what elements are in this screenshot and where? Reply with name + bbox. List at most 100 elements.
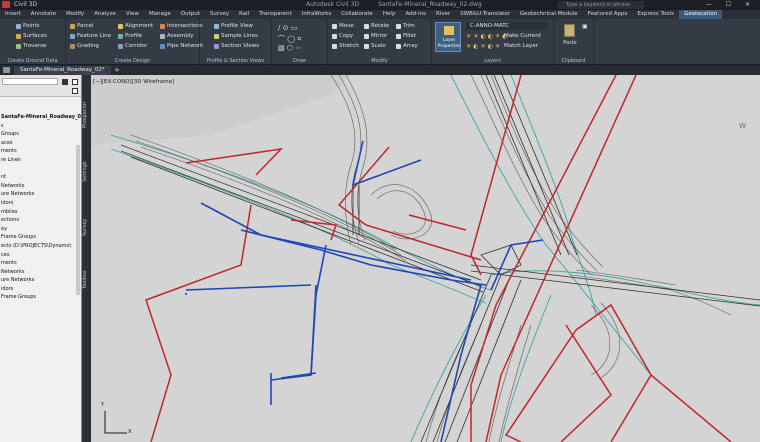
prospector-tree-item[interactable]: Networks [1,182,81,191]
profile-view-button[interactable]: Profile View [214,23,253,29]
tab-geolocation[interactable]: Geolocation [679,10,722,19]
alignment-button[interactable]: Alignment [118,23,153,29]
points-button[interactable]: Points [16,23,40,29]
prospector-tree-item[interactable]: SantaFe-Mineral_Roadway_02 [1,113,81,122]
tab-toolbox[interactable]: Toolbox [82,265,91,295]
prospector-tree-item[interactable]: re Lines [1,156,81,165]
window-controls[interactable]: — ☐ ✕ [706,1,756,8]
app-name: Civil 3D [14,1,38,8]
tab-river[interactable]: River [431,10,455,19]
paste-button[interactable]: Paste [560,22,580,48]
arc-tool-icon[interactable]: ⌒ ◯ ⌗ [278,34,301,44]
prospector-tree-item[interactable]: idors [1,285,81,294]
toolspace-options-icon[interactable] [62,79,68,85]
tab-express-tools[interactable]: Express Tools [632,10,679,19]
prospector-tree-item[interactable]: nt [1,173,81,182]
surfaces-button[interactable]: Surfaces [16,33,47,39]
drawing-viewport[interactable]: [−][EX-COND][3D Wireframe] W Y X [91,75,760,442]
tab-analyze[interactable]: Analyze [89,10,121,19]
line-tool-icon[interactable]: ∕ ⊙ ▭ [278,24,297,32]
search-input[interactable]: Type a keyword or phrase [558,1,644,9]
tab-insert[interactable]: Insert [0,10,26,19]
layer-state-icons[interactable]: ☀ ☀ ◐ ◐ ☀ ◐ [466,33,507,40]
tab-manage[interactable]: Manage [144,10,176,19]
tab-collaborate[interactable]: Collaborate [336,10,378,19]
viewcube-compass-w[interactable]: W [739,122,746,130]
prospector-tree-item[interactable]: Frame Groups [1,233,81,242]
toolspace-grid-icon[interactable] [72,88,78,94]
make-current-button[interactable]: Make Current [504,33,541,39]
toolspace-dropdown[interactable] [2,78,58,85]
feature-line-button[interactable]: Feature Line [70,33,111,39]
copy-button[interactable]: Copy [332,33,353,39]
prospector-tree-item[interactable]: ure Networks [1,190,81,199]
sample-lines-button[interactable]: Sample Lines [214,33,258,39]
grading-button[interactable]: Grading [70,43,99,49]
prospector-tree-item[interactable]: ments [1,147,81,156]
prospector-tree-item[interactable]: ey [1,225,81,234]
app-menu-icon[interactable] [2,1,10,8]
tab-add-ins[interactable]: Add-ins [400,10,431,19]
tab-infraworks[interactable]: InfraWorks [297,10,336,19]
rotate-button[interactable]: Rotate [364,23,389,29]
tab-modify[interactable]: Modify [61,10,89,19]
tab-output[interactable]: Output [176,10,205,19]
move-button[interactable]: Move [332,23,354,29]
prospector-tree-item[interactable]: Networks [1,268,81,277]
viewport-controls-label[interactable]: [−][EX-COND][3D Wireframe] [93,79,174,85]
tab-transparent[interactable]: Transparent [254,10,297,19]
section-views-button[interactable]: Section Views [214,43,259,49]
traverse-button[interactable]: Traverse [16,43,46,49]
prospector-tree-item[interactable]: ure Networks [1,276,81,285]
tab-geotechnical-module[interactable]: Geotechnical Module [515,10,583,19]
prospector-tree-item[interactable]: ces [1,251,81,260]
scale-button[interactable]: Scale [364,43,386,49]
tab-view[interactable]: View [121,10,144,19]
mirror-button[interactable]: Mirror [364,33,387,39]
prospector-tree-item[interactable]: ments [1,259,81,268]
prospector-tree-item[interactable]: ects (D:\PROJECTS\Dynamo\ [1,242,81,251]
parcel-button[interactable]: Parcel [70,23,94,29]
layer-properties-button[interactable]: Layer Properties [435,22,461,52]
assembly-button[interactable]: Assembly [160,33,194,39]
copy-clip-icon[interactable]: ▣ [582,23,588,30]
tab-rail[interactable]: Rail [234,10,254,19]
prospector-tree-item[interactable] [1,165,81,174]
tab-annotate[interactable]: Annotate [26,10,61,19]
hatch-tool-icon[interactable]: ▧ ⬡ ⋯ [278,44,302,52]
toolspace-scrollbar[interactable] [76,145,80,295]
document-tab[interactable]: SantaFe-Mineral_Roadway_02* [14,66,111,75]
profile-view-icon [214,23,219,29]
fillet-button[interactable]: Fillet [396,33,416,39]
stretch-button[interactable]: Stretch [332,43,359,49]
prospector-tree-item[interactable]: Frame Groups [1,293,81,302]
prospector-tree-item[interactable]: aces [1,139,81,148]
layer-tools-icons[interactable]: ☀ ◐ ☀ ◐ ☀ [466,43,500,50]
intersections-button[interactable]: Intersections [160,23,203,29]
profile-button[interactable]: Profile [118,33,142,39]
trim-button[interactable]: Trim [396,23,415,29]
tab-help[interactable]: Help [378,10,401,19]
prospector-tree-item[interactable]: ections [1,216,81,225]
tab-featured-apps[interactable]: Featured Apps [583,10,633,19]
prospector-tree-item[interactable]: idors [1,199,81,208]
tab-survey[interactable]: Survey [205,10,234,19]
prospector-tree-item[interactable]: s [1,122,81,131]
app-center-title: Autodesk Civil 3D [306,1,360,8]
tab-swb-u-translator[interactable]: SWB&U-Translator [455,10,515,19]
drawing-canvas[interactable] [91,75,760,442]
match-layer-button[interactable]: Match Layer [504,43,538,49]
tab-prospector[interactable]: Prospector [82,95,91,135]
pipe-network-button[interactable]: Pipe Network [160,43,203,49]
toolspace-collapse-icon[interactable] [72,79,78,85]
prospector-tree-item[interactable]: mblies [1,208,81,217]
corridor-button[interactable]: Corridor [118,43,147,49]
tab-survey[interactable]: Survey [82,213,91,241]
layer-dropdown[interactable]: C-ANNO-MATC [466,22,548,30]
prospector-tree-item[interactable]: Groups [1,130,81,139]
new-tab-button[interactable]: + [114,66,120,74]
start-tab-icon[interactable] [3,67,10,73]
tab-settings[interactable]: Settings [82,157,91,187]
points-icon [16,23,21,29]
array-button[interactable]: Array [396,43,418,49]
